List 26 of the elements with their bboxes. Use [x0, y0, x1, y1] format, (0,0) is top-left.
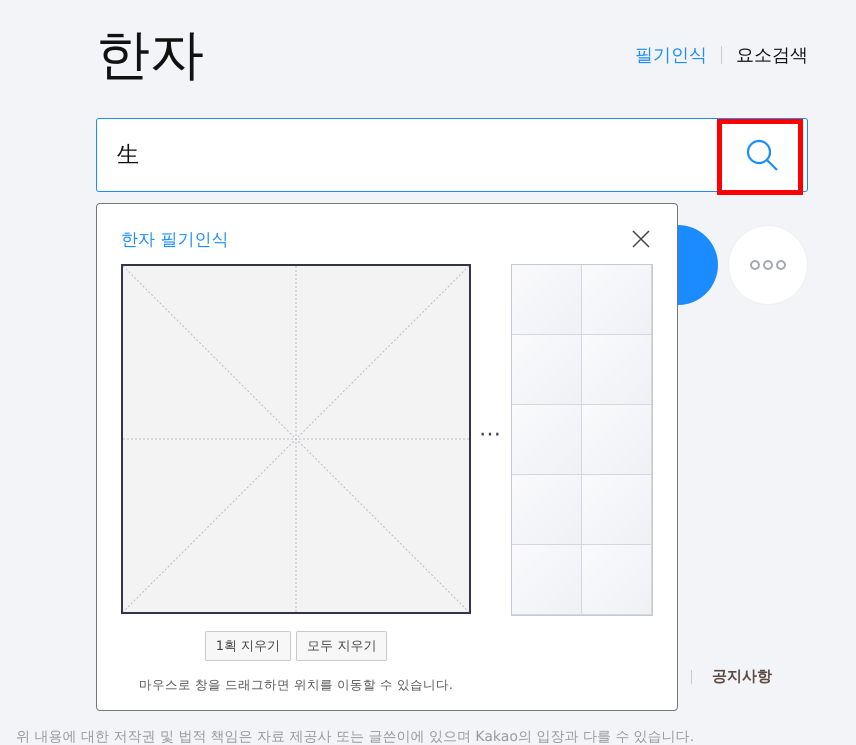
notice-link[interactable]: 공지사항 [712, 667, 772, 686]
candidate-cell[interactable] [582, 265, 652, 335]
handwriting-popup[interactable]: 한자 필기인식 1획 지우기 모두 지우기 마우스로 창을 드래그하면 위치를 이동할 수 있습니다. ⋯ [96, 203, 678, 711]
candidate-cell[interactable] [512, 405, 582, 475]
candidate-cell[interactable] [512, 545, 582, 615]
candidate-cell[interactable] [512, 265, 582, 335]
close-icon [631, 229, 651, 249]
mode-link[interactable]: 요소검색 [736, 43, 808, 67]
candidate-cell[interactable] [512, 335, 582, 405]
drawing-pad[interactable] [121, 264, 471, 614]
erase-button[interactable]: 모두 지우기 [296, 631, 388, 661]
search-icon [744, 137, 780, 173]
search-field[interactable]: 生 [96, 118, 808, 192]
close-button[interactable] [631, 229, 651, 249]
popup-title: 한자 필기인식 [121, 228, 228, 250]
candidate-cell[interactable] [512, 475, 582, 545]
candidate-cell[interactable] [582, 335, 652, 405]
erase-button[interactable]: 1획 지우기 [204, 631, 292, 661]
candidate-cell[interactable] [582, 405, 652, 475]
dots-icon [750, 260, 786, 270]
hint-text: 마우스로 창을 드래그하면 위치를 이동할 수 있습니다. [139, 677, 453, 694]
candidate-cell[interactable] [582, 475, 652, 545]
candidate-cell[interactable] [582, 545, 652, 615]
page-title: 한자 [96, 22, 204, 88]
more-candidates[interactable]: ⋯ [477, 422, 503, 447]
disclaimer-text: 위 내용에 대한 저작권 및 법적 책임은 자료 제공사 또는 글쓴이에 있으며 Kakao의 입장과 다를 수 있습니다. [16, 728, 696, 745]
